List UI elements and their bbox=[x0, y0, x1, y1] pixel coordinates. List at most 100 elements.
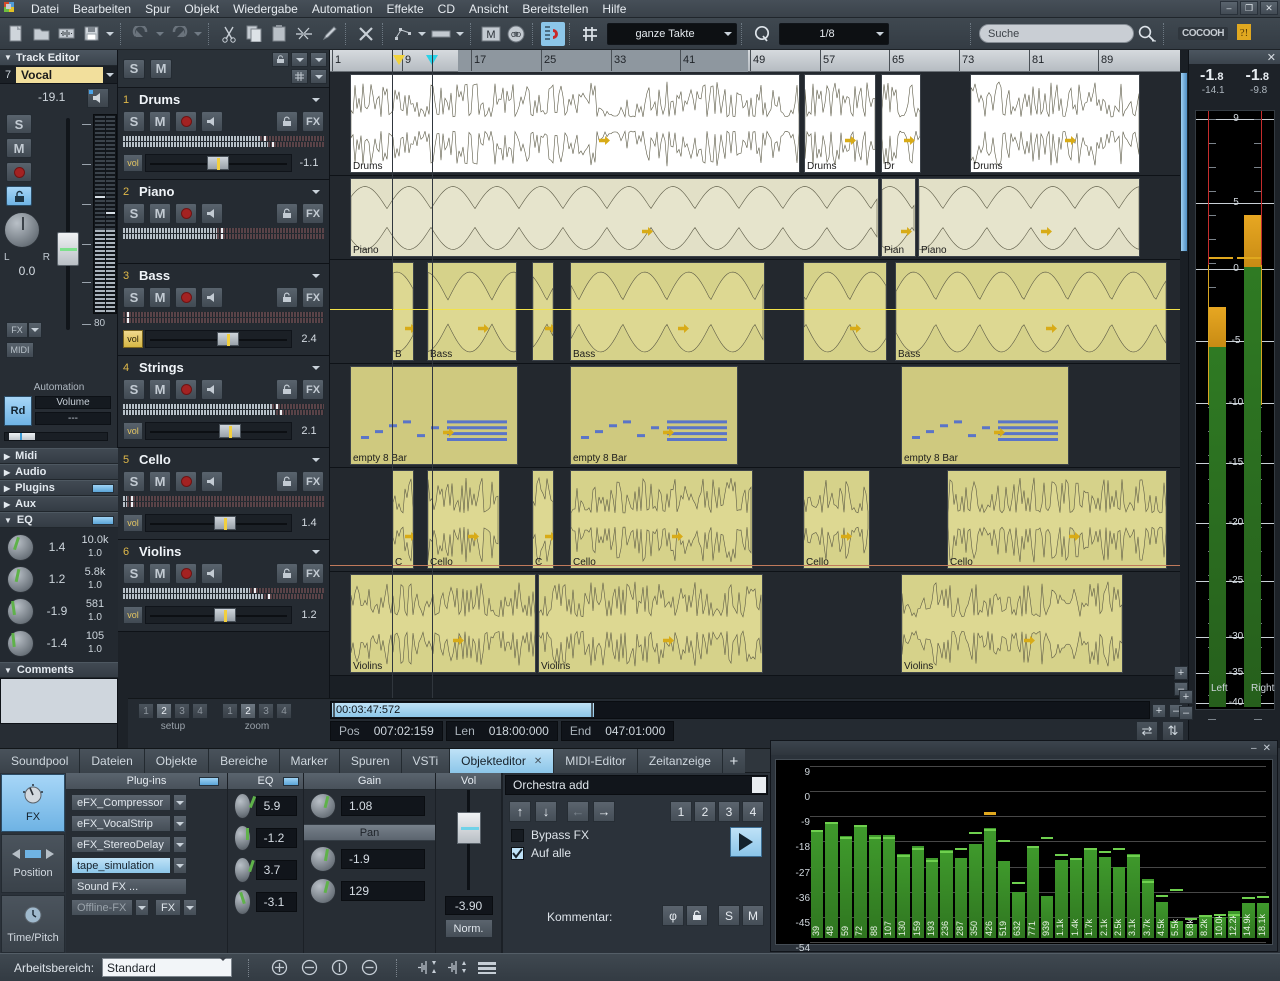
track-lock-button[interactable] bbox=[276, 287, 298, 308]
nav-prev-button[interactable]: ← bbox=[567, 801, 589, 822]
track-lane-piano[interactable]: PianoPianPiano bbox=[330, 176, 1180, 260]
menu-item-bereitstellen[interactable]: Bereitstellen bbox=[515, 0, 595, 18]
track-monitor-speaker-icon[interactable] bbox=[201, 203, 223, 224]
analyzer-minimize-icon[interactable]: – bbox=[1251, 743, 1257, 754]
track-record-button[interactable] bbox=[175, 471, 197, 492]
audio-clip[interactable] bbox=[803, 262, 887, 361]
global-options-chevron-down-icon[interactable] bbox=[291, 52, 308, 67]
eq-knob-4[interactable] bbox=[0, 630, 40, 657]
track-editor-header[interactable]: ▼ Track Editor bbox=[0, 50, 117, 66]
timeline-ruler[interactable]: 1917253341495765738189 bbox=[330, 50, 1180, 72]
menu-item-automation[interactable]: Automation bbox=[305, 0, 380, 18]
track-vol-label[interactable]: vol bbox=[123, 606, 143, 624]
track-menu-chevron-down-icon[interactable] bbox=[308, 190, 324, 194]
section-comments[interactable]: ▼ Comments bbox=[0, 662, 118, 678]
zoom-vert-out-icon[interactable] bbox=[358, 957, 380, 979]
track-lane-drums[interactable]: DrumsDrumsDrDrums bbox=[330, 72, 1180, 176]
expand-triangle-icon[interactable]: ▶ bbox=[4, 500, 10, 509]
track-menu-chevron-down-icon[interactable] bbox=[308, 550, 324, 554]
menu-item-ansicht[interactable]: Ansicht bbox=[462, 0, 515, 18]
eq-knob-3[interactable] bbox=[0, 598, 40, 625]
draw-pencil-icon[interactable] bbox=[317, 22, 341, 46]
plugins-led-icon[interactable] bbox=[92, 484, 114, 493]
oe-gain-value[interactable]: 1.08 bbox=[341, 796, 425, 816]
track-vol-label[interactable]: vol bbox=[123, 514, 143, 532]
tab-objekte[interactable]: Objekte bbox=[145, 749, 209, 773]
oe-eq-value-3[interactable]: 3.7 bbox=[256, 860, 297, 880]
global-options2-chevron-down-icon[interactable] bbox=[310, 52, 327, 67]
phase-invert-button[interactable]: φ bbox=[662, 905, 684, 926]
tab-marker[interactable]: Marker bbox=[280, 749, 340, 773]
track-name[interactable]: Piano bbox=[139, 184, 308, 199]
mode-fx-button[interactable]: FX bbox=[1, 774, 65, 832]
track-header[interactable]: 6ViolinsSMFXvol1.2 bbox=[118, 540, 329, 632]
m-button-icon[interactable]: M bbox=[479, 22, 503, 46]
plugin-name-3[interactable]: eFX_StereoDelay bbox=[71, 836, 171, 853]
plugin-chevron-down-icon[interactable] bbox=[173, 815, 187, 832]
track-lane-violins[interactable]: ViolinsViolinsViolins bbox=[330, 572, 1180, 676]
cd-icon[interactable]: CD bbox=[504, 22, 528, 46]
eq-led-icon[interactable] bbox=[92, 516, 114, 525]
track-name[interactable]: Strings bbox=[139, 360, 308, 375]
section-audio[interactable]: ▶ Audio bbox=[0, 464, 118, 480]
end-field[interactable]: End 047:01:000 bbox=[561, 721, 674, 741]
setup-preset-3[interactable]: 3 bbox=[174, 703, 190, 719]
zoom-in-icon[interactable] bbox=[268, 957, 290, 979]
track-solo-button[interactable]: S bbox=[123, 287, 145, 308]
section-aux[interactable]: ▶ Aux bbox=[0, 496, 118, 512]
solo-button[interactable]: S bbox=[6, 114, 32, 134]
wave-zoom-v-icon[interactable] bbox=[416, 957, 438, 979]
sound-fx-button[interactable]: Sound FX ... bbox=[71, 878, 187, 895]
menu-item-bearbeiten[interactable]: Bearbeiten bbox=[66, 0, 138, 18]
updown-button[interactable]: ⇅ bbox=[1162, 721, 1184, 741]
pan-knob[interactable] bbox=[4, 212, 40, 248]
take-button-2[interactable]: 2 bbox=[694, 801, 716, 822]
audio-clip[interactable]: Violins bbox=[538, 574, 763, 673]
track-vol-label[interactable]: vol bbox=[123, 154, 143, 172]
range-overview-bar[interactable]: 00:03:47:572 + – bbox=[330, 701, 1150, 719]
take-button-4[interactable]: 4 bbox=[742, 801, 764, 822]
audio-clip[interactable]: Violins bbox=[901, 574, 1123, 673]
track-lock-button[interactable] bbox=[276, 471, 298, 492]
track-mute-button[interactable]: M bbox=[149, 563, 171, 584]
vertical-scrollbar[interactable] bbox=[1180, 72, 1188, 698]
track-mute-button[interactable]: M bbox=[149, 111, 171, 132]
tab-objekteditor[interactable]: Objekteditor✕ bbox=[450, 749, 554, 773]
track-monitor-speaker-icon[interactable] bbox=[201, 379, 223, 400]
trim-cut-icon[interactable] bbox=[292, 22, 316, 46]
take-button-3[interactable]: 3 bbox=[718, 801, 740, 822]
track-menu-chevron-down-icon[interactable] bbox=[308, 458, 324, 462]
object-vol-value[interactable]: -3.90 bbox=[445, 896, 493, 915]
track-vol-label[interactable]: vol bbox=[123, 422, 143, 440]
track-monitor-speaker-icon[interactable] bbox=[201, 111, 223, 132]
object-volume-fader[interactable] bbox=[449, 790, 489, 890]
track-header[interactable]: 4StringsSMFXvol2.1 bbox=[118, 356, 329, 448]
record-arm-button[interactable] bbox=[6, 162, 32, 182]
plugin-chevron-down-icon[interactable] bbox=[173, 794, 187, 811]
audio-clip[interactable]: Cello bbox=[427, 470, 500, 569]
menu-item-wiedergabe[interactable]: Wiedergabe bbox=[226, 0, 305, 18]
fader-handle[interactable] bbox=[57, 232, 79, 266]
play-cursor[interactable] bbox=[392, 50, 393, 748]
global-solo-button[interactable]: S bbox=[123, 59, 145, 79]
close-button[interactable]: ✕ bbox=[1260, 1, 1278, 15]
delete-x-icon[interactable] bbox=[354, 22, 378, 46]
nav-up-button[interactable]: ↑ bbox=[509, 801, 531, 822]
offline-fx-chevron-down-icon[interactable] bbox=[135, 899, 149, 916]
oe-pan-knob-1[interactable] bbox=[310, 846, 336, 872]
object-solo-button[interactable]: S bbox=[718, 905, 740, 926]
track-record-button[interactable] bbox=[175, 111, 197, 132]
zoom-out-icon[interactable] bbox=[298, 957, 320, 979]
global-grid-icon[interactable] bbox=[291, 69, 308, 84]
maximize-button[interactable]: ❐ bbox=[1240, 1, 1258, 15]
eq-enable-led-icon[interactable] bbox=[283, 777, 299, 786]
object-name-field[interactable]: Orchestra add bbox=[505, 775, 768, 795]
fx-chevron-down-icon[interactable] bbox=[28, 322, 42, 338]
magnet-snap-icon[interactable] bbox=[541, 22, 565, 46]
audio-clip[interactable]: Bass bbox=[427, 262, 517, 361]
audio-clip[interactable]: Cello bbox=[803, 470, 870, 569]
fx-button[interactable]: FX bbox=[155, 899, 181, 916]
volume-automation-line[interactable] bbox=[330, 309, 1180, 310]
zoom-preset-4[interactable]: 4 bbox=[276, 703, 292, 719]
help-icon[interactable]: ?! bbox=[1236, 23, 1252, 44]
